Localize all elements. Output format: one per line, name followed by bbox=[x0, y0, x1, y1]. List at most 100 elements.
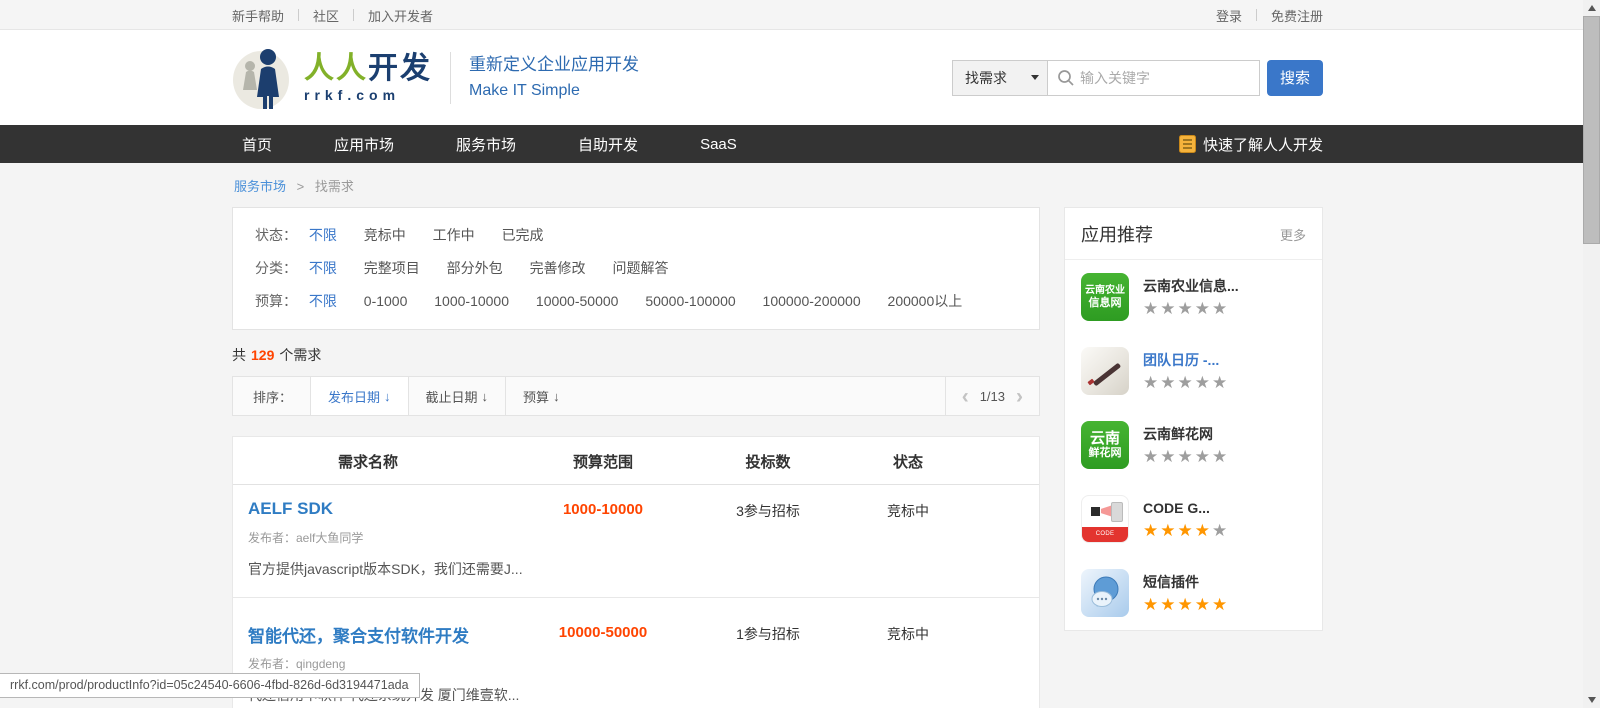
nav-item-app-market[interactable]: 应用市场 bbox=[324, 134, 394, 155]
search-category-select[interactable]: 找需求 bbox=[952, 59, 1048, 96]
pagination-page-indicator: 1/13 bbox=[979, 388, 1005, 404]
caret-down-icon bbox=[1031, 75, 1039, 80]
filter-option-unlimited[interactable]: 不限 bbox=[309, 260, 337, 276]
demand-budget: 10000-50000 bbox=[558, 624, 648, 641]
app-icon-text: 鲜花网 bbox=[1088, 447, 1122, 459]
arrow-down-icon: ↓ bbox=[553, 388, 560, 404]
app-name: 团队日历 -... bbox=[1143, 351, 1220, 368]
stars-filled: ★★★★★ bbox=[1143, 594, 1230, 614]
app-icon-code-generator: CODE Generator bbox=[1081, 495, 1129, 543]
main-nav: 首页 应用市场 服务市场 自助开发 SaaS 快速了解人人开发 bbox=[0, 125, 1600, 163]
app-name: 云南鲜花网 bbox=[1143, 425, 1213, 442]
app-name: CODE G... bbox=[1143, 499, 1210, 516]
header-search: 找需求 搜索 bbox=[952, 59, 1323, 96]
filter-row-category: 分类： 不限 完整项目 部分外包 完善修改 问题解答 bbox=[255, 252, 1017, 285]
breadcrumb-current: 找需求 bbox=[314, 179, 354, 194]
star-rating: ★★★★★ bbox=[1143, 299, 1239, 318]
breadcrumb-service-market[interactable]: 服务市场 bbox=[234, 179, 286, 194]
more-link[interactable]: 更多 bbox=[1280, 225, 1306, 244]
logo-text: 人人开发 rrkf.com bbox=[304, 52, 432, 103]
app-item[interactable]: 团队日历 -... ★★★★★ bbox=[1065, 334, 1322, 408]
nav-item-self-dev[interactable]: 自助开发 bbox=[568, 134, 638, 155]
search-category-value: 找需求 bbox=[965, 69, 1007, 86]
demand-title-link[interactable]: 智能代还，聚合支付软件开发 bbox=[233, 622, 503, 647]
topbar-link-register[interactable]: 免费注册 bbox=[1271, 6, 1323, 25]
filter-option-unlimited[interactable]: 不限 bbox=[309, 227, 337, 243]
app-icon-text: 云南农业 bbox=[1085, 285, 1125, 296]
app-item[interactable]: 云南农业 信息网 云南农业信息... ★★★★★ bbox=[1065, 260, 1322, 334]
topbar-link-newbie-help[interactable]: 新手帮助 bbox=[232, 6, 284, 25]
sort-option-publish-date[interactable]: 发布日期 ↓ bbox=[310, 377, 408, 415]
count-prefix: 共 bbox=[232, 347, 246, 363]
filter-option-completed[interactable]: 已完成 bbox=[502, 227, 544, 243]
app-info: 云南农业信息... ★★★★★ bbox=[1143, 277, 1239, 318]
sort-label: 排序： bbox=[253, 389, 293, 405]
filter-option-qa[interactable]: 问题解答 bbox=[612, 260, 668, 276]
search-icon bbox=[1058, 69, 1074, 86]
site-header: 人人开发 rrkf.com 重新定义企业应用开发 Make IT Simple … bbox=[0, 30, 1600, 125]
nav-item-service-market[interactable]: 服务市场 bbox=[446, 134, 516, 155]
filter-option-budget-2[interactable]: 1000-10000 bbox=[434, 293, 509, 309]
filter-option-working[interactable]: 工作中 bbox=[433, 227, 475, 243]
scrollbar-up-button[interactable] bbox=[1583, 0, 1600, 16]
nav-item-home[interactable]: 首页 bbox=[232, 134, 272, 155]
sort-bar: 排序： 发布日期 ↓ 截止日期 ↓ 预算 ↓ ‹ 1/13 › bbox=[232, 376, 1040, 416]
divider bbox=[1255, 9, 1257, 21]
star-rating: ★★★★★ bbox=[1143, 373, 1229, 392]
app-recommend-panel: 应用推荐 更多 云南农业 信息网 云南农业信息... ★★★★★ 团队日历 -.… bbox=[1064, 207, 1323, 631]
pagination-prev-icon[interactable]: ‹ bbox=[962, 386, 969, 407]
arrow-down-icon: ↓ bbox=[481, 388, 489, 404]
topbar-link-join-developer[interactable]: 加入开发者 bbox=[368, 6, 433, 25]
filter-option-budget-6[interactable]: 200000以上 bbox=[888, 293, 963, 309]
search-button[interactable]: 搜索 bbox=[1267, 59, 1323, 96]
filter-option-unlimited[interactable]: 不限 bbox=[309, 293, 337, 309]
topbar-link-community[interactable]: 社区 bbox=[313, 6, 339, 25]
chat-bubble-icon bbox=[1091, 576, 1119, 607]
arrow-up-icon bbox=[1587, 5, 1596, 11]
quick-intro-label: 快速了解人人开发 bbox=[1202, 136, 1323, 154]
book-icon bbox=[1178, 135, 1196, 153]
quick-intro-link[interactable]: 快速了解人人开发 bbox=[1178, 134, 1323, 155]
sort-option-budget[interactable]: 预算 ↓ bbox=[505, 377, 577, 415]
demand-bid-count: 3参与招标 bbox=[736, 503, 800, 519]
divider bbox=[353, 9, 355, 21]
filter-option-budget-5[interactable]: 100000-200000 bbox=[763, 293, 861, 309]
filter-label: 预算： bbox=[255, 293, 297, 309]
header-demand-name: 需求名称 bbox=[337, 454, 398, 471]
star-rating: ★★★★★ bbox=[1143, 521, 1229, 540]
search-input-wrap bbox=[1048, 59, 1260, 96]
count-value: 129 bbox=[251, 347, 275, 363]
scrollbar-down-button[interactable] bbox=[1583, 692, 1600, 708]
filter-option-full-project[interactable]: 完整项目 bbox=[364, 260, 420, 276]
filter-option-improvement[interactable]: 完善修改 bbox=[530, 260, 586, 276]
demand-description: 官方提供javascript版本SDK，我们还需要J... bbox=[248, 561, 523, 577]
app-icon-text: 云南 bbox=[1089, 430, 1120, 447]
filter-option-budget-4[interactable]: 50000-100000 bbox=[645, 293, 735, 309]
vertical-scrollbar[interactable] bbox=[1583, 0, 1600, 708]
app-item[interactable]: CODE Generator CODE G... ★★★★★ bbox=[1065, 482, 1322, 556]
filter-option-partial-outsource[interactable]: 部分外包 bbox=[447, 260, 503, 276]
filter-option-bidding[interactable]: 竞标中 bbox=[364, 227, 406, 243]
nav-item-saas[interactable]: SaaS bbox=[690, 136, 737, 153]
topbar-link-login[interactable]: 登录 bbox=[1216, 6, 1242, 25]
search-input[interactable] bbox=[1048, 59, 1260, 96]
pagination: ‹ 1/13 › bbox=[944, 377, 1039, 415]
filter-row-status: 状态： 不限 竞标中 工作中 已完成 bbox=[255, 219, 1017, 252]
app-icon-text: 信息网 bbox=[1088, 297, 1122, 309]
scrollbar-thumb[interactable] bbox=[1583, 16, 1600, 244]
app-item[interactable]: 短信插件 ★★★★★ bbox=[1065, 556, 1322, 630]
filter-option-budget-1[interactable]: 0-1000 bbox=[364, 293, 408, 309]
app-name: 短信插件 bbox=[1143, 573, 1199, 590]
filter-option-budget-3[interactable]: 10000-50000 bbox=[536, 293, 619, 309]
app-recommend-title: 应用推荐 bbox=[1081, 225, 1153, 245]
app-info: CODE G... ★★★★★ bbox=[1143, 499, 1229, 540]
phone-shape bbox=[1111, 502, 1123, 522]
stars-empty: ★ bbox=[1211, 520, 1230, 540]
sort-option-deadline[interactable]: 截止日期 ↓ bbox=[407, 377, 506, 415]
pagination-next-icon[interactable]: › bbox=[1016, 386, 1023, 407]
app-name: 云南农业信息... bbox=[1143, 277, 1239, 294]
site-tagline: 重新定义企业应用开发 Make IT Simple bbox=[469, 52, 639, 104]
demand-title-link[interactable]: AELF SDK bbox=[233, 499, 503, 521]
app-item[interactable]: 云南 鲜花网 云南鲜花网 ★★★★★ bbox=[1065, 408, 1322, 482]
site-logo[interactable]: 人人开发 rrkf.com bbox=[232, 45, 432, 111]
